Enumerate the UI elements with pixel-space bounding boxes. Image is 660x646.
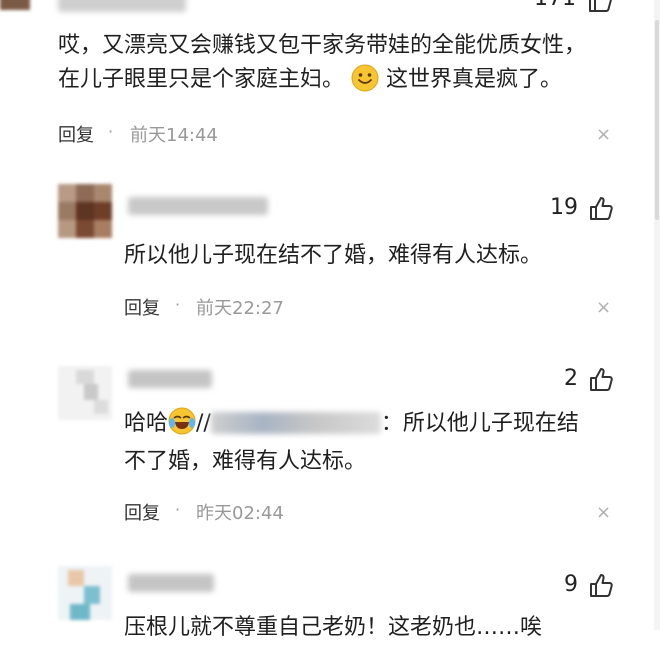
separator-dot: ·	[175, 500, 181, 519]
avatar[interactable]	[58, 184, 112, 238]
timestamp: 前天22:27	[196, 298, 284, 319]
like-count: 19	[550, 195, 578, 220]
reply-button[interactable]: 回复	[58, 121, 94, 147]
timestamp: 前天14:44	[130, 125, 218, 146]
smiling-face-icon	[351, 64, 379, 92]
thumbs-up-icon[interactable]	[588, 366, 614, 392]
like-count: 2	[564, 366, 578, 391]
username-blurred[interactable]	[128, 197, 268, 215]
thumbs-up-icon[interactable]	[588, 572, 614, 598]
comment-text: 哈哈	[124, 411, 169, 436]
comment-text: //	[196, 411, 211, 436]
separator-dot: ·	[175, 295, 181, 314]
comment-text: 不了婚，难得有人达标。	[124, 449, 367, 474]
tears-of-joy-icon	[168, 407, 196, 435]
comment-text: 在儿子眼里只是个家庭主妇。	[58, 67, 345, 92]
comment-text: ：所以他儿子现在结	[380, 411, 579, 436]
close-icon[interactable]: ×	[596, 502, 611, 523]
reply-button[interactable]: 回复	[124, 294, 160, 320]
like-count: 171	[520, 0, 576, 11]
separator-dot: ·	[108, 122, 114, 141]
comment-text-line2: 在儿子眼里只是个家庭主妇。 这世界真是疯了。	[58, 62, 562, 98]
comment-text: 所以他儿子现在结不了婚，难得有人达标。	[124, 243, 543, 268]
thumbs-up-icon[interactable]	[588, 195, 614, 221]
close-icon[interactable]: ×	[596, 124, 611, 145]
avatar[interactable]	[58, 566, 112, 620]
avatar[interactable]	[58, 366, 112, 420]
close-icon[interactable]: ×	[596, 297, 611, 318]
comment-text: 哎，又漂亮又会赚钱又包干家务带娃的全能优质女性，	[58, 33, 587, 58]
thumbs-up-icon[interactable]	[587, 0, 613, 13]
timestamp: 昨天02:44	[196, 503, 284, 524]
reply-button[interactable]: 回复	[124, 499, 160, 525]
mention-blurred[interactable]	[210, 412, 381, 434]
scrollbar-thumb[interactable]	[655, 20, 659, 220]
username-blurred[interactable]	[128, 370, 212, 388]
username-blurred[interactable]	[128, 574, 214, 592]
username-blurred[interactable]	[58, 0, 186, 12]
comment-text: 这世界真是疯了。	[386, 67, 563, 92]
comment-text-line1: 哈哈 // ：所以他儿子现在结	[124, 406, 579, 442]
comment-text: 压根儿就不尊重自己老奶！这老奶也……唉	[124, 615, 543, 640]
like-count: 9	[564, 572, 578, 597]
avatar[interactable]	[0, 0, 30, 10]
